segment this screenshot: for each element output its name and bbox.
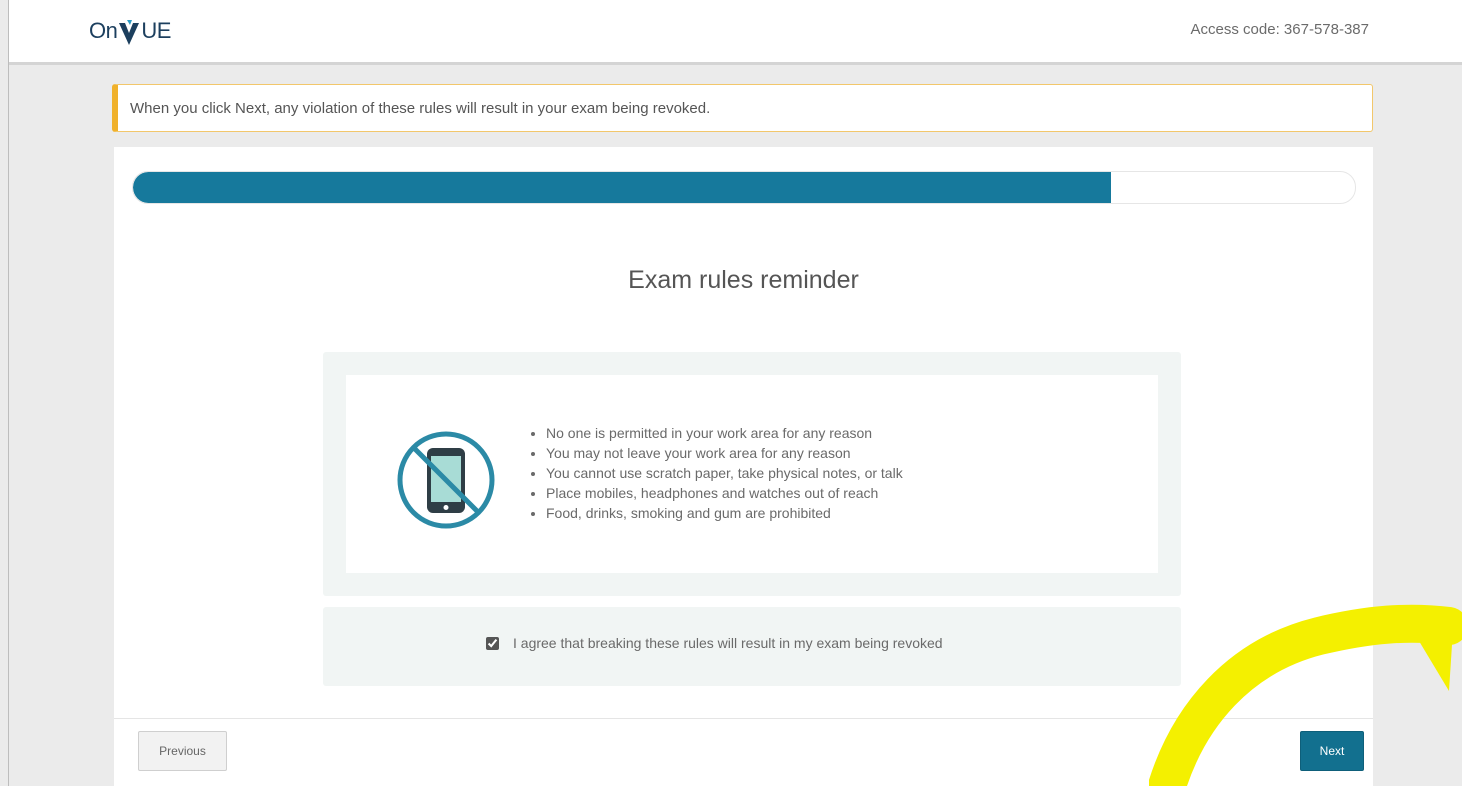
rule-item: You cannot use scratch paper, take physi… (546, 463, 903, 483)
top-bar: On UE Access code: 367-578-387 (9, 0, 1462, 65)
agreement-row: I agree that breaking these rules will r… (486, 635, 943, 651)
rule-item: You may not leave your work area for any… (546, 443, 903, 463)
next-button[interactable]: Next (1300, 731, 1364, 771)
agreement-panel: I agree that breaking these rules will r… (323, 607, 1181, 686)
warning-banner: When you click Next, any violation of th… (112, 84, 1373, 132)
no-phone-icon (397, 431, 495, 529)
agreement-label[interactable]: I agree that breaking these rules will r… (513, 635, 943, 651)
warning-text: When you click Next, any violation of th… (130, 100, 711, 117)
rules-box: No one is permitted in your work area fo… (346, 375, 1158, 573)
progress-bar-fill (133, 172, 1111, 203)
main-card: Exam rules reminder No one is permitted … (114, 147, 1373, 786)
logo-prefix: On (89, 18, 118, 43)
logo-v-mark-icon (119, 20, 140, 45)
onvue-logo: On UE (89, 18, 171, 45)
access-code: Access code: 367-578-387 (1190, 21, 1369, 38)
rules-list: No one is permitted in your work area fo… (526, 423, 903, 523)
footer-divider (114, 718, 1373, 719)
progress-bar (132, 171, 1356, 204)
app-window: On UE Access code: 367-578-387 When you … (8, 0, 1462, 786)
logo-suffix: UE (141, 18, 171, 43)
rules-panel: No one is permitted in your work area fo… (323, 352, 1181, 596)
previous-button[interactable]: Previous (138, 731, 227, 771)
rule-item: Food, drinks, smoking and gum are prohib… (546, 503, 903, 523)
agreement-checkbox[interactable] (486, 636, 499, 650)
rule-item: Place mobiles, headphones and watches ou… (546, 483, 903, 503)
rule-item: No one is permitted in your work area fo… (546, 423, 903, 443)
page-title: Exam rules reminder (628, 266, 859, 294)
